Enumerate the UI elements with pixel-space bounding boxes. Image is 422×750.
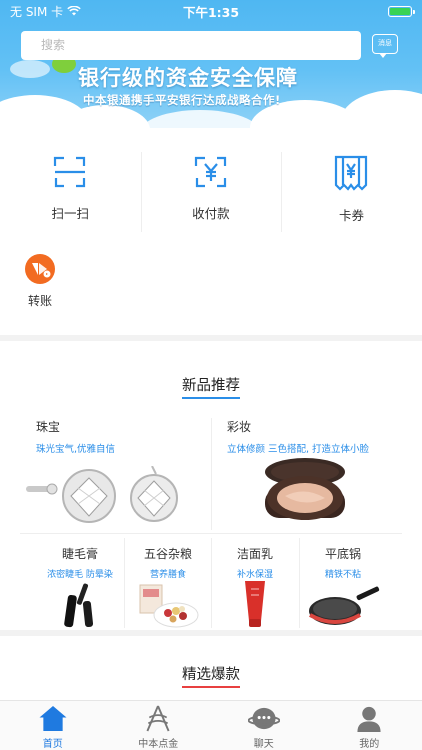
category-name: 彩妆 xyxy=(227,420,252,434)
category-desc: 浓密睫毛 防晕染 xyxy=(47,570,113,580)
featured-title: 精选爆款 xyxy=(0,663,422,688)
category-grains[interactable]: 五谷杂粮 营养膳食 xyxy=(124,545,212,629)
status-bar: 无 SIM 卡 下午1:35 xyxy=(0,0,422,22)
scan-icon xyxy=(54,156,86,188)
profile-icon xyxy=(357,706,381,732)
category-pan[interactable]: 平底锅 精铁不粘 xyxy=(299,545,387,629)
new-products-title: 新品推荐 xyxy=(0,374,422,399)
category-cleanser[interactable]: 洁面乳 补水保湿 xyxy=(211,545,299,629)
category-name: 洁面乳 xyxy=(236,547,273,561)
cleanser-image xyxy=(245,581,265,627)
grid-divider xyxy=(211,418,212,530)
message-button[interactable]: 消息 xyxy=(372,34,398,58)
transfer-icon xyxy=(25,254,55,284)
carrier-label: 无 SIM 卡 xyxy=(10,4,64,19)
category-name: 平底锅 xyxy=(324,547,361,561)
tab-chat[interactable]: 聊天 xyxy=(211,701,317,750)
battery-icon xyxy=(388,5,415,17)
category-name: 睫毛膏 xyxy=(61,547,98,561)
carousel-dot xyxy=(208,137,214,142)
banner-title: 银行级的资金安全保障 xyxy=(78,66,298,90)
tab-bar: 首页 中本点金 聊天 我的 xyxy=(0,700,422,750)
category-mascara[interactable]: 睫毛膏 浓密睫毛 防晕染 xyxy=(36,545,124,629)
grains-image xyxy=(139,584,199,628)
coupon-icon xyxy=(335,155,368,191)
tab-label: 中本点金 xyxy=(138,739,179,750)
quick-actions: 扫一扫 收付款 卡券 xyxy=(0,152,422,232)
tab-label: 我的 xyxy=(359,739,380,750)
category-jewelry[interactable]: 珠宝 珠光宝气,优雅自信 xyxy=(26,418,206,530)
mascara-image xyxy=(64,583,94,628)
tab-label: 聊天 xyxy=(253,739,274,750)
category-desc: 营养膳食 xyxy=(149,570,186,580)
payment-label: 收付款 xyxy=(192,206,230,221)
search-input[interactable]: 搜索 xyxy=(21,31,361,60)
chat-icon xyxy=(247,707,280,730)
category-desc: 珠光宝气,优雅自信 xyxy=(36,444,116,455)
payment-button[interactable]: 收付款 xyxy=(140,152,282,232)
section-divider xyxy=(0,335,422,341)
banner-subtitle: 中本银通携手平安银行达成战略合作! xyxy=(83,93,281,107)
home-icon xyxy=(39,705,67,732)
category-name: 五谷杂粮 xyxy=(143,547,192,561)
wifi-icon xyxy=(67,6,81,16)
gold-icon xyxy=(146,705,170,732)
section-divider xyxy=(0,630,422,636)
category-name: 珠宝 xyxy=(36,420,61,434)
yuan-scan-icon xyxy=(194,156,226,188)
transfer-label: 转账 xyxy=(27,294,52,308)
pan-image xyxy=(309,586,380,625)
category-desc: 立体修颜 三色搭配, 打造立体小脸 xyxy=(227,444,370,455)
tab-label: 首页 xyxy=(42,739,63,750)
transfer-button[interactable]: 转账 xyxy=(20,254,60,309)
carousel-indicator xyxy=(0,137,422,142)
coupon-label: 卡券 xyxy=(338,208,364,223)
cushion-compact-image xyxy=(265,458,345,520)
earring-image xyxy=(26,466,178,523)
coupon-button[interactable]: 卡券 xyxy=(281,152,422,232)
tab-gold[interactable]: 中本点金 xyxy=(106,701,212,750)
category-desc: 精铁不粘 xyxy=(324,570,361,580)
scan-button[interactable]: 扫一扫 xyxy=(0,152,141,232)
status-time: 下午1:35 xyxy=(182,4,240,20)
tab-home[interactable]: 首页 xyxy=(0,701,106,750)
tab-profile[interactable]: 我的 xyxy=(317,701,422,750)
category-makeup[interactable]: 彩妆 立体修颜 三色搭配, 打造立体小脸 xyxy=(227,418,407,530)
scan-label: 扫一扫 xyxy=(51,206,90,221)
